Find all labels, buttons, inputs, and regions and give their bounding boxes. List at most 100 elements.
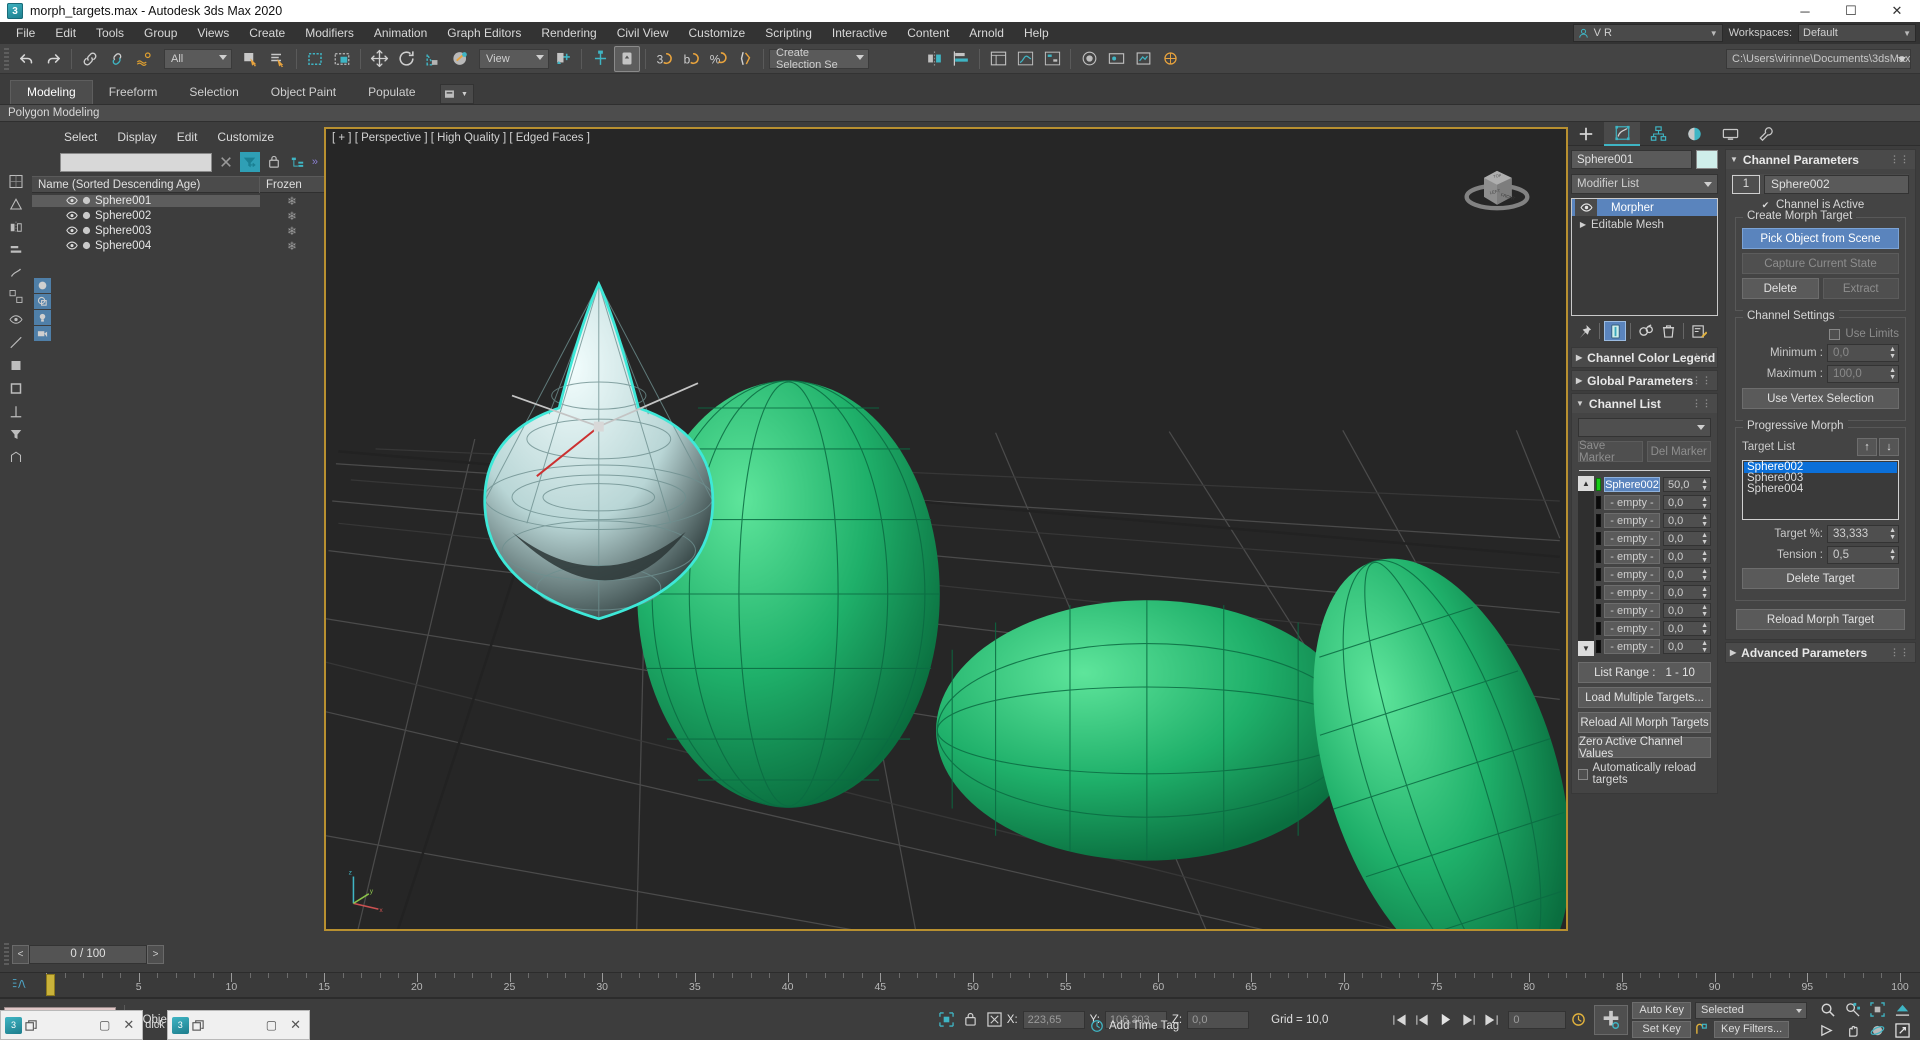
channel-row[interactable]: Sphere002 50,0▲▼ <box>1594 476 1711 493</box>
reload-morph-target-button[interactable]: Reload Morph Target <box>1736 609 1905 630</box>
del-marker-button[interactable]: Del Marker <box>1647 441 1712 462</box>
channel-value-spinner[interactable]: 0,0▲▼ <box>1663 513 1711 528</box>
auto-key-button[interactable]: Auto Key <box>1632 1002 1691 1019</box>
channel-value-spinner[interactable]: 0,0▲▼ <box>1663 549 1711 564</box>
use-center-icon[interactable] <box>550 46 576 72</box>
capture-current-state-button[interactable]: Capture Current State <box>1742 253 1899 274</box>
menu-item-graph-editors[interactable]: Graph Editors <box>437 23 531 43</box>
lock-selection-icon[interactable] <box>935 1010 959 1030</box>
channel-row[interactable]: - empty - 0,0▲▼ <box>1594 602 1711 619</box>
filter-geometry-icon[interactable] <box>34 278 51 293</box>
create-tab[interactable] <box>1568 122 1604 146</box>
explorer-menu-display[interactable]: Display <box>107 128 166 146</box>
minimize-button[interactable]: ─ <box>1782 0 1828 22</box>
visibility-icon[interactable] <box>66 211 78 220</box>
ribbon-tab-selection[interactable]: Selection <box>173 81 254 104</box>
filter-icon[interactable] <box>4 423 28 445</box>
ribbon-tab-populate[interactable]: Populate <box>352 81 431 104</box>
align-tools-icon[interactable] <box>4 239 28 261</box>
viewport-label[interactable]: [ + ] [ Perspective ] [ High Quality ] [… <box>332 132 590 144</box>
play-icon[interactable] <box>1434 1009 1456 1031</box>
drag-handle-icon[interactable]: ⋮⋮ <box>1890 154 1910 165</box>
display-tab[interactable] <box>1712 122 1748 146</box>
ribbon-options-dropdown[interactable]: ▼ <box>440 84 474 104</box>
channel-value-spinner[interactable]: 0,0▲▼ <box>1663 585 1711 600</box>
drag-handle-icon[interactable]: ⋮⋮ <box>1692 375 1712 386</box>
channel-value-spinner[interactable]: 50,0▲▼ <box>1663 477 1711 492</box>
spinner-arrows-icon[interactable]: ▲▼ <box>1701 550 1708 564</box>
time-slider-handle[interactable] <box>46 974 55 996</box>
angle-snap-icon[interactable]: 3 <box>651 46 677 72</box>
modifier-stack-item-morpher[interactable]: Morpher <box>1572 199 1717 216</box>
selection-filter-dropdown[interactable]: All <box>164 49 232 69</box>
toolbar-grip[interactable] <box>4 48 9 70</box>
named-selection-set-dropdown[interactable]: Create Selection Se <box>769 49 869 69</box>
maximize-viewport-icon[interactable] <box>1890 1020 1914 1040</box>
paint-deform-icon[interactable] <box>4 262 28 284</box>
spinner-arrows-icon[interactable]: ▲▼ <box>1701 640 1708 654</box>
select-link-icon[interactable] <box>77 46 103 72</box>
scroll-down-icon[interactable]: ▼ <box>1578 641 1594 656</box>
channel-name-button[interactable]: - empty - <box>1604 603 1660 618</box>
generate-topology-icon[interactable] <box>4 193 28 215</box>
zoom-icon[interactable] <box>1815 999 1839 1019</box>
ribbon-tab-freeform[interactable]: Freeform <box>93 81 174 104</box>
use-vertex-selection-button[interactable]: Use Vertex Selection <box>1742 388 1899 409</box>
track-bar[interactable]: 5101520253035404550556065707580859095100 <box>0 972 1920 998</box>
lock-icon[interactable] <box>264 152 284 172</box>
channel-name-button[interactable]: Sphere002 <box>1604 477 1660 492</box>
close-icon[interactable]: ✕ <box>123 1017 134 1033</box>
modifier-list-dropdown[interactable]: Modifier List <box>1571 174 1718 194</box>
progressive-target-list[interactable]: Sphere002 Sphere003 Sphere004 <box>1742 460 1899 520</box>
pivot-tools-icon[interactable] <box>4 400 28 422</box>
channel-row[interactable]: - empty - 0,0▲▼ <box>1594 512 1711 529</box>
show-end-result-icon[interactable] <box>1604 321 1626 341</box>
drag-handle-icon[interactable]: ⋮⋮ <box>1692 352 1712 363</box>
close-button[interactable]: ✕ <box>1874 0 1920 22</box>
delete-button[interactable]: Delete <box>1742 278 1819 299</box>
snap-toggle-icon[interactable] <box>614 46 640 72</box>
material-editor-icon[interactable] <box>1076 46 1102 72</box>
explorer-menu-customize[interactable]: Customize <box>207 128 284 146</box>
visibility-icon[interactable] <box>66 196 78 205</box>
use-limits-row[interactable]: Use Limits <box>1742 328 1899 340</box>
close-icon[interactable]: ✕ <box>290 1017 301 1033</box>
column-header-frozen[interactable]: Frozen <box>260 179 324 191</box>
spinner-arrows-icon[interactable]: ▲▼ <box>1701 568 1708 582</box>
pin-stack-icon[interactable] <box>1573 321 1595 341</box>
table-row[interactable]: Sphere002 ❄ <box>32 208 324 223</box>
load-multiple-targets-button[interactable]: Load Multiple Targets... <box>1578 687 1711 708</box>
reload-all-morph-targets-button[interactable]: Reload All Morph Targets <box>1578 712 1711 733</box>
z-field[interactable]: 0,0 <box>1187 1011 1249 1029</box>
workspace-dropdown[interactable]: Default ▼ <box>1798 24 1916 42</box>
next-frame-icon[interactable] <box>1457 1009 1479 1031</box>
menu-item-create[interactable]: Create <box>239 23 295 43</box>
go-to-end-icon[interactable] <box>1480 1009 1502 1031</box>
x-field[interactable]: 223,65 <box>1023 1011 1085 1029</box>
more-options-icon[interactable]: » <box>312 156 318 168</box>
add-time-tag-row[interactable]: Add Time Tag <box>1090 1019 1179 1033</box>
channel-value-spinner[interactable]: 0,0▲▼ <box>1663 567 1711 582</box>
subdivision-icon[interactable] <box>4 285 28 307</box>
project-path-dropdown[interactable]: C:\Users\virinne\Documents\3dsMax <box>1726 49 1911 69</box>
frozen-icon[interactable]: ❄ <box>260 194 324 208</box>
explorer-menu-select[interactable]: Select <box>54 128 107 146</box>
maximize-button[interactable]: ☐ <box>1828 0 1874 22</box>
border-tools-icon[interactable] <box>4 377 28 399</box>
channel-name-button[interactable]: - empty - <box>1604 513 1660 528</box>
zoom-all-icon[interactable] <box>1840 999 1864 1019</box>
spinner-arrows-icon[interactable]: ▲▼ <box>1701 514 1708 528</box>
minimum-spinner[interactable]: 0,0▲▼ <box>1827 344 1899 362</box>
key-tangent-icon[interactable] <box>1695 1022 1710 1036</box>
select-by-name-icon[interactable] <box>265 46 291 72</box>
render-setup-icon[interactable] <box>1103 46 1129 72</box>
edge-tools-icon[interactable] <box>4 331 28 353</box>
ribbon-tab-modeling[interactable]: Modeling <box>10 80 93 104</box>
channel-row[interactable]: - empty - 0,0▲▼ <box>1594 638 1711 655</box>
frozen-icon[interactable]: ❄ <box>260 209 324 223</box>
configure-modifier-sets-icon[interactable] <box>1688 321 1710 341</box>
taskbar-window-2[interactable]: 3 ▢ ✕ <box>167 1010 310 1040</box>
menu-item-edit[interactable]: Edit <box>45 23 86 43</box>
channel-value-spinner[interactable]: 0,0▲▼ <box>1663 531 1711 546</box>
menu-item-tools[interactable]: Tools <box>86 23 134 43</box>
